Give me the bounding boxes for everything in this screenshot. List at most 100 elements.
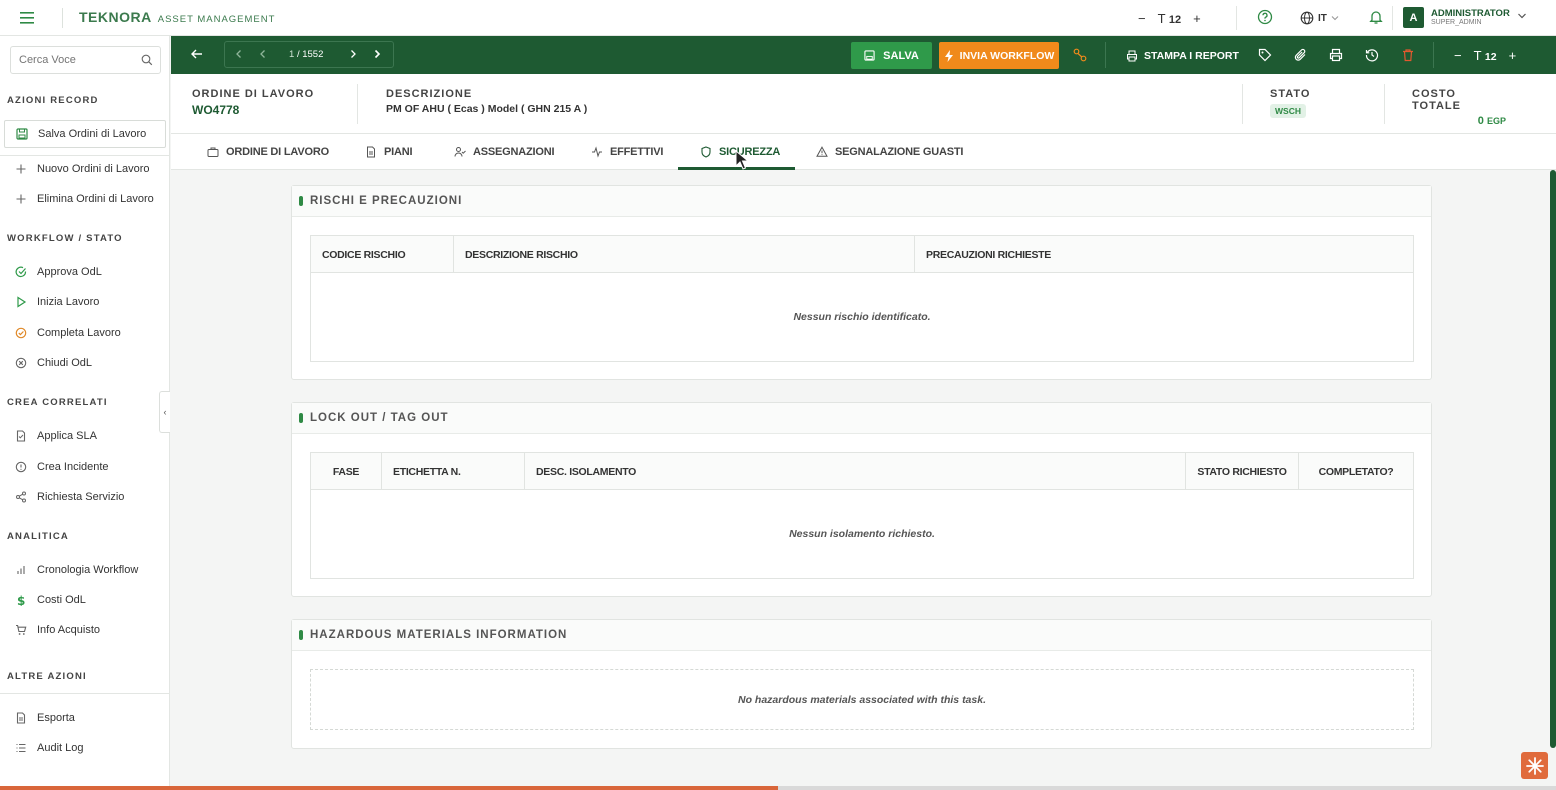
sidebar-item-label: Inizia Lavoro — [37, 296, 100, 308]
search-icon[interactable] — [141, 54, 153, 66]
empty-state-message: Nessun rischio identificato. — [793, 311, 931, 323]
first-page-icon[interactable] — [233, 48, 245, 60]
workflow-diagram-icon[interactable] — [1073, 48, 1087, 62]
sidebar-item-costi[interactable]: $ Costi OdL — [0, 586, 169, 614]
tab-piani[interactable]: PIANI — [365, 134, 413, 170]
language-code: IT — [1318, 12, 1327, 24]
font-decrease-button[interactable]: − — [1454, 48, 1462, 63]
tab-ordine-di-lavoro[interactable]: ORDINE DI LAVORO — [207, 134, 329, 170]
column-header[interactable]: ETICHETTA N. — [382, 453, 525, 490]
sidebar-item-audit[interactable]: Audit Log — [0, 734, 169, 762]
sidebar-item-cronologia[interactable]: Cronologia Workflow — [0, 556, 169, 584]
notification-bell-icon[interactable] — [1368, 9, 1386, 27]
document-icon — [15, 430, 27, 442]
sidebar-item-label: Crea Incidente — [37, 461, 109, 473]
column-header[interactable]: COMPLETATO? — [1299, 453, 1413, 490]
sidebar-item-label: Salva Ordini di Lavoro — [38, 128, 147, 140]
font-increase-button[interactable]: + — [1193, 11, 1201, 26]
globe-icon — [1300, 11, 1314, 25]
font-size-indicator: T 12 — [1157, 10, 1182, 26]
sidebar-item-chiudi[interactable]: Chiudi OdL — [0, 349, 169, 377]
close-circle-icon — [15, 357, 27, 369]
prev-page-icon[interactable] — [257, 48, 269, 60]
search-input[interactable] — [11, 47, 131, 73]
hamburger-menu-icon[interactable] — [19, 10, 37, 26]
paperclip-icon[interactable] — [1294, 48, 1308, 62]
sidebar-item-label: Nuovo Ordini di Lavoro — [37, 163, 150, 175]
description-block: DESCRIZIONE PM OF AHU ( Ecas ) Model ( G… — [386, 88, 587, 115]
shield-icon — [700, 146, 712, 158]
user-avatar[interactable]: A — [1403, 7, 1424, 28]
tab-effettivi[interactable]: EFFETTIVI — [591, 134, 663, 170]
column-header[interactable]: DESC. ISOLAMENTO — [525, 453, 1186, 490]
total-cost-value: 0 EGP — [1412, 115, 1506, 127]
sidebar-item-salva[interactable]: Salva Ordini di Lavoro — [4, 120, 166, 148]
panel-title: HAZARDOUS MATERIALS INFORMATION — [310, 629, 568, 641]
sidebar-collapse-handle[interactable]: ‹ — [159, 391, 170, 433]
sidebar-item-inizia[interactable]: Inizia Lavoro — [0, 288, 169, 316]
document-icon — [365, 146, 377, 158]
font-increase-button[interactable]: + — [1509, 48, 1517, 63]
lockout-table: FASE ETICHETTA N. DESC. ISOLAMENTO STATO… — [310, 452, 1414, 579]
last-page-icon[interactable] — [371, 48, 383, 60]
column-header[interactable]: CODICE RISCHIO — [311, 236, 454, 273]
work-order-header: ORDINE DI LAVORO WO4778 DESCRIZIONE PM O… — [171, 74, 1556, 134]
user-chevron-down-icon[interactable] — [1517, 12, 1527, 20]
tab-label: PIANI — [384, 146, 413, 158]
sidebar-item-esporta[interactable]: Esporta — [0, 704, 169, 732]
sidebar-item-acquisto[interactable]: Info Acquisto — [0, 616, 169, 644]
tab-assegnazioni[interactable]: ASSEGNAZIONI — [454, 134, 555, 170]
description-label: DESCRIZIONE — [386, 88, 473, 100]
send-workflow-button[interactable]: INVIA WORKFLOW — [939, 42, 1059, 69]
sidebar-item-elimina[interactable]: Elimina Ordini di Lavoro — [0, 185, 169, 213]
work-order-number: WO4778 — [192, 103, 240, 117]
sidebar-item-approva[interactable]: Approva OdL — [0, 258, 169, 286]
activity-icon — [591, 146, 603, 158]
tag-icon[interactable] — [1258, 48, 1272, 62]
total-cost-unit: EGP — [1486, 116, 1506, 126]
assistant-button[interactable] — [1521, 752, 1548, 779]
print-reports-button[interactable]: STAMPA I REPORT — [1126, 42, 1239, 69]
page-total: / 1552 — [296, 49, 324, 60]
trash-icon[interactable] — [1401, 48, 1415, 62]
tab-bar: ORDINE DI LAVORO PIANI ASSEGNAZIONI EFFE… — [171, 134, 1556, 170]
sidebar-item-label: Audit Log — [37, 742, 84, 754]
print-icon[interactable] — [1329, 48, 1343, 62]
panel-accent-bar — [299, 413, 303, 423]
column-header[interactable]: FASE — [311, 453, 382, 490]
sidebar-item-sla[interactable]: Applica SLA — [0, 422, 169, 450]
column-header[interactable]: DESCRIZIONE RISCHIO — [454, 236, 915, 273]
empty-state-message: Nessun isolamento richiesto. — [789, 528, 935, 540]
language-selector[interactable]: IT — [1300, 0, 1339, 36]
empty-state-message: No hazardous materials associated with t… — [310, 669, 1414, 730]
help-icon[interactable] — [1257, 9, 1275, 27]
content-scrollbar[interactable] — [1550, 170, 1556, 748]
user-menu[interactable]: ADMINISTRATOR SUPER_ADMIN — [1431, 9, 1510, 27]
panel-header: LOCK OUT / TAG OUT — [292, 403, 1431, 434]
panel-title: LOCK OUT / TAG OUT — [310, 412, 449, 424]
sidebar-item-completa[interactable]: Completa Lavoro — [0, 319, 169, 347]
record-pager: 1 / 1552 — [224, 41, 394, 68]
save-button[interactable]: SALVA — [851, 42, 932, 69]
play-icon — [15, 296, 27, 308]
next-page-icon[interactable] — [347, 48, 359, 60]
save-button-label: SALVA — [883, 49, 919, 62]
sidebar-item-label: Approva OdL — [37, 266, 102, 278]
tab-segnalazione-guasti[interactable]: SEGNALAZIONE GUASTI — [816, 134, 963, 170]
sidebar-item-nuovo[interactable]: Nuovo Ordini di Lavoro — [0, 155, 169, 183]
font-decrease-button[interactable]: − — [1138, 11, 1146, 26]
history-icon[interactable] — [1365, 48, 1379, 62]
back-arrow-icon[interactable] — [190, 47, 204, 61]
status-badge: WSCH — [1270, 104, 1306, 118]
column-header[interactable]: STATO RICHIESTO — [1186, 453, 1299, 490]
svg-text:$: $ — [17, 594, 25, 606]
sidebar-item-servizio[interactable]: Richiesta Servizio — [0, 483, 169, 511]
risks-panel: RISCHI E PRECAUZIONI CODICE RISCHIO DESC… — [291, 185, 1432, 380]
column-header[interactable]: PRECAUZIONI RICHIESTE — [915, 236, 1413, 273]
sidebar-item-label: Esporta — [37, 712, 75, 724]
sidebar-item-incidente[interactable]: Crea Incidente — [0, 453, 169, 481]
bar-chart-icon — [15, 564, 27, 576]
panel-header: RISCHI E PRECAUZIONI — [292, 186, 1431, 217]
section-title-analitica: ANALITICA — [7, 531, 69, 542]
section-title-azioni-record: AZIONI RECORD — [7, 95, 99, 106]
